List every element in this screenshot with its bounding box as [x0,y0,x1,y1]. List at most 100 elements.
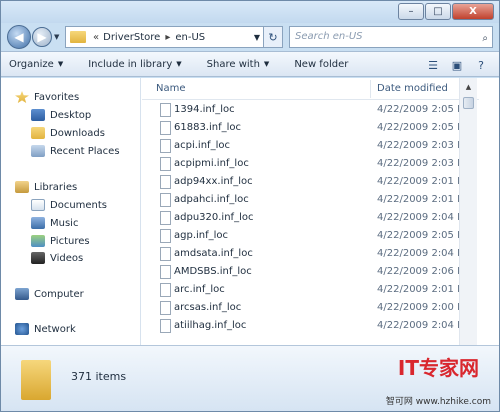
file-row[interactable]: 61883.inf_loc 4/22/2009 2:05 PM [142,119,479,137]
share-with-button[interactable]: Share with ▼ [207,59,270,70]
sidebar-item-documents[interactable]: Documents [31,199,107,211]
chevron-down-icon: ▼ [263,60,270,68]
chevron-down-icon: ▼ [57,60,64,68]
file-row[interactable]: adpu320.inf_loc 4/22/2009 2:04 PM [142,209,479,227]
file-date: 4/22/2009 2:01 PM [377,194,472,205]
search-placeholder: Search en-US [295,31,363,42]
search-input[interactable]: Search en-US ⌕ [289,26,493,48]
sidebar-label: Network [34,323,76,335]
documents-icon [31,199,45,211]
file-row[interactable]: acpipmi.inf_loc 4/22/2009 2:03 PM [142,155,479,173]
file-date: 4/22/2009 2:00 PM [377,302,472,313]
forward-button[interactable]: ▶ [32,27,52,47]
folder-icon [70,31,86,43]
sidebar-item-libraries[interactable]: Libraries [15,181,77,193]
file-name: 1394.inf_loc [174,104,235,115]
minimize-button[interactable]: – [398,3,424,20]
file-icon [160,175,171,189]
column-divider[interactable] [370,80,371,98]
new-folder-button[interactable]: New folder [294,59,348,70]
sidebar-item-desktop[interactable]: Desktop [31,109,91,121]
scroll-up-icon[interactable]: ▲ [460,78,477,95]
sidebar-item-favorites[interactable]: Favorites [15,91,79,103]
share-label: Share with [206,58,260,70]
breadcrumb-driverstore[interactable]: DriverStore [103,32,160,43]
file-icon [160,103,171,117]
file-row[interactable]: agp.inf_loc 4/22/2009 2:05 PM [142,227,479,245]
network-icon [15,323,29,335]
column-headers: Name Date modified [142,78,479,100]
history-dropdown-icon[interactable]: ▼ [54,33,59,41]
refresh-button[interactable]: ↻ [263,26,283,48]
sidebar-item-music[interactable]: Music [31,217,78,229]
sidebar-label: Videos [50,252,84,264]
music-icon [31,217,45,229]
scroll-thumb[interactable] [463,97,474,109]
change-view-icon[interactable]: ☰ [423,56,443,74]
sidebar-item-computer[interactable]: Computer [15,288,84,300]
file-name: adpahci.inf_loc [174,194,249,205]
file-row[interactable]: arc.inf_loc 4/22/2009 2:01 PM [142,281,479,299]
preview-pane-icon[interactable]: ▣ [447,56,467,74]
include-in-library-button[interactable]: Include in library ▼ [88,59,181,70]
file-name: amdsata.inf_loc [174,248,253,259]
file-date: 4/22/2009 2:04 PM [377,212,472,223]
item-count: 371 items [71,370,127,383]
watermark-site: 智可网 www.hzhike.com [385,397,491,407]
column-date-header[interactable]: Date modified [377,83,448,94]
file-row[interactable]: atiilhag.inf_loc 4/22/2009 2:04 PM [142,317,479,335]
address-bar[interactable]: « DriverStore ▸ en-US ▼ [65,26,265,48]
close-button[interactable]: X [452,3,494,20]
file-date: 4/22/2009 2:06 PM [377,266,472,277]
back-button[interactable]: ◀ [7,25,31,49]
file-name: adpu320.inf_loc [174,212,254,223]
file-row[interactable]: adpahci.inf_loc 4/22/2009 2:01 PM [142,191,479,209]
file-row[interactable]: acpi.inf_loc 4/22/2009 2:03 PM [142,137,479,155]
file-row[interactable]: amdsata.inf_loc 4/22/2009 2:04 PM [142,245,479,263]
file-date: 4/22/2009 2:05 PM [377,104,472,115]
chevron-icon[interactable]: « [93,32,99,43]
file-list: Name Date modified 1394.inf_loc 4/22/2009… [142,78,479,345]
sidebar-label: Libraries [34,181,78,193]
maximize-button[interactable]: □ [425,3,451,20]
column-name-header[interactable]: Name [156,83,186,94]
include-label: Include in library [88,58,173,70]
file-icon [160,265,171,279]
file-icon [160,283,171,297]
star-icon [15,91,29,103]
sidebar-item-recent[interactable]: Recent Places [31,145,120,157]
file-date: 4/22/2009 2:04 PM [377,248,472,259]
sidebar-item-videos[interactable]: Videos [31,252,83,264]
help-icon[interactable]: ? [471,56,491,74]
file-date: 4/22/2009 2:01 PM [377,284,472,295]
vertical-scrollbar[interactable]: ▲ [459,78,477,345]
computer-icon [15,288,29,300]
file-row[interactable]: arcsas.inf_loc 4/22/2009 2:00 PM [142,299,479,317]
libraries-icon [15,181,29,193]
breadcrumb-en-us[interactable]: en-US [175,32,205,43]
file-row[interactable]: 1394.inf_loc 4/22/2009 2:05 PM [142,101,479,119]
file-row[interactable]: AMDSBS.inf_loc 4/22/2009 2:06 PM [142,263,479,281]
folder-icon [21,360,51,400]
desktop-icon [31,109,45,121]
sidebar-item-pictures[interactable]: Pictures [31,235,90,247]
organize-button[interactable]: Organize ▼ [9,59,63,70]
caption-buttons: – □ X [397,3,494,20]
file-name: arc.inf_loc [174,284,225,295]
downloads-icon [31,127,45,139]
file-row[interactable]: adp94xx.inf_loc 4/22/2009 2:01 PM [142,173,479,191]
address-dropdown-icon[interactable]: ▼ [254,33,260,42]
search-icon[interactable]: ⌕ [482,29,488,49]
file-date: 4/22/2009 2:04 PM [377,320,472,331]
file-icon [160,193,171,207]
sidebar-label: Music [50,217,79,229]
sidebar-item-downloads[interactable]: Downloads [31,127,105,139]
explorer-window: – □ X ◀ ▶ ▼ « DriverStore ▸ en-US ▼ ↻ Se… [0,0,500,412]
sidebar-label: Pictures [50,235,90,247]
sidebar-item-network[interactable]: Network [15,323,76,335]
file-icon [160,121,171,135]
title-bar: – □ X [1,1,499,23]
file-name: atiilhag.inf_loc [174,320,247,331]
chevron-down-icon: ▼ [176,60,182,68]
breadcrumb-separator-icon[interactable]: ▸ [165,32,170,43]
